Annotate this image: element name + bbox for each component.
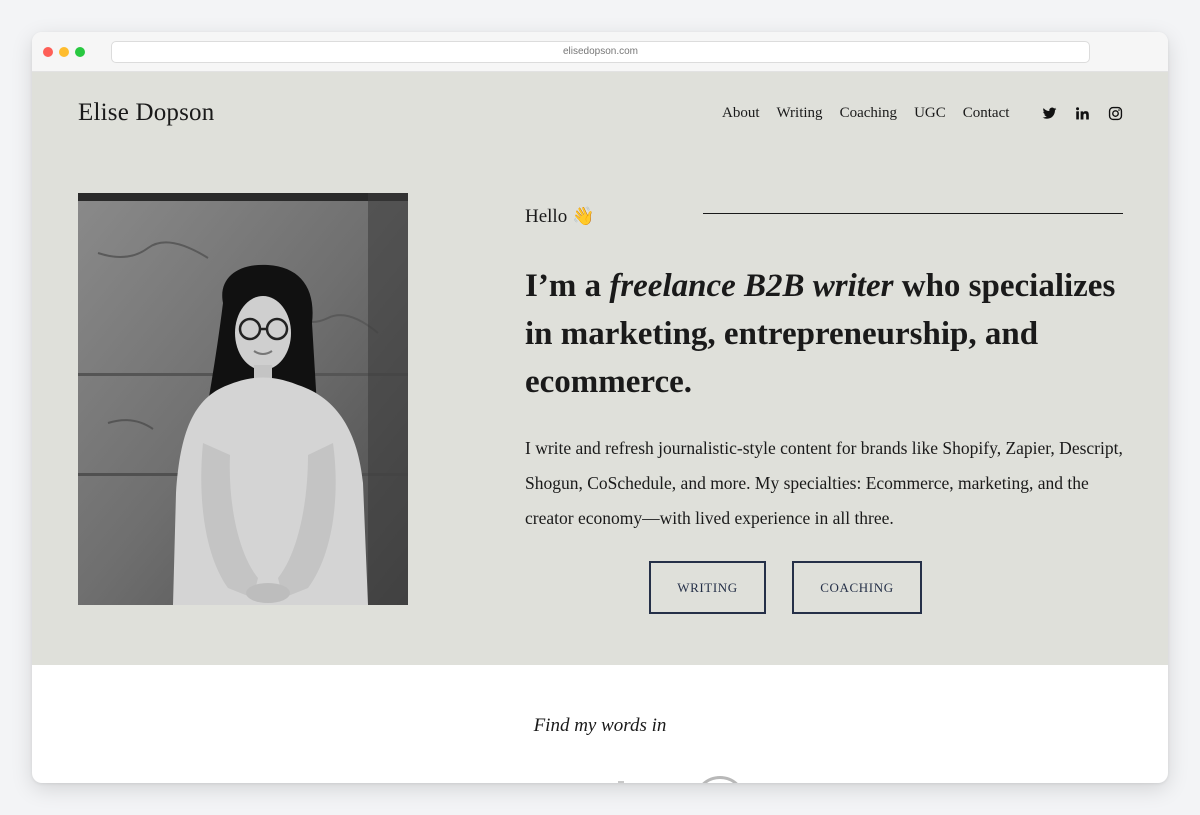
writing-button[interactable]: WRITING [649,561,766,614]
site-brand[interactable]: Elise Dopson [78,99,214,127]
browser-chrome: elisedopson.com [32,32,1168,72]
greeting: Hello 👋 [525,206,594,228]
instagram-icon[interactable] [1108,106,1123,121]
hero-headline: I’m a freelance B2B writer who specializ… [525,262,1140,406]
press-section-title: Find my words in [533,715,667,736]
main-nav: About Writing Coaching UGC Contact [722,105,1009,122]
nav-contact[interactable]: Contact [963,105,1010,122]
linkedin-icon[interactable] [1075,106,1090,121]
greeting-text: Hello [525,206,568,227]
press-logo-fragment [618,781,624,783]
twitter-icon[interactable] [1042,106,1057,121]
close-window-button[interactable] [43,47,53,57]
press-logo-badge [694,776,746,783]
headline-start: I’m a [525,268,610,304]
maximize-window-button[interactable] [75,47,85,57]
waving-hand-icon: 👋 [571,206,595,226]
portrait-photo [78,193,408,605]
nav-ugc[interactable]: UGC [914,105,946,122]
nav-writing[interactable]: Writing [777,105,823,122]
greeting-divider [703,213,1123,214]
minimize-window-button[interactable] [59,47,69,57]
headline-emphasis: freelance B2B writer [609,268,894,304]
hero-section: Elise Dopson About Writing Coaching UGC … [32,72,1168,665]
hero-intro: I write and refresh journalistic-style c… [525,438,1123,528]
address-bar[interactable]: elisedopson.com [111,41,1090,63]
coaching-button[interactable]: COACHING [792,561,922,614]
browser-window: elisedopson.com Elise Dopson About Writi… [32,32,1168,783]
nav-about[interactable]: About [722,105,760,122]
nav-coaching[interactable]: Coaching [840,105,898,122]
